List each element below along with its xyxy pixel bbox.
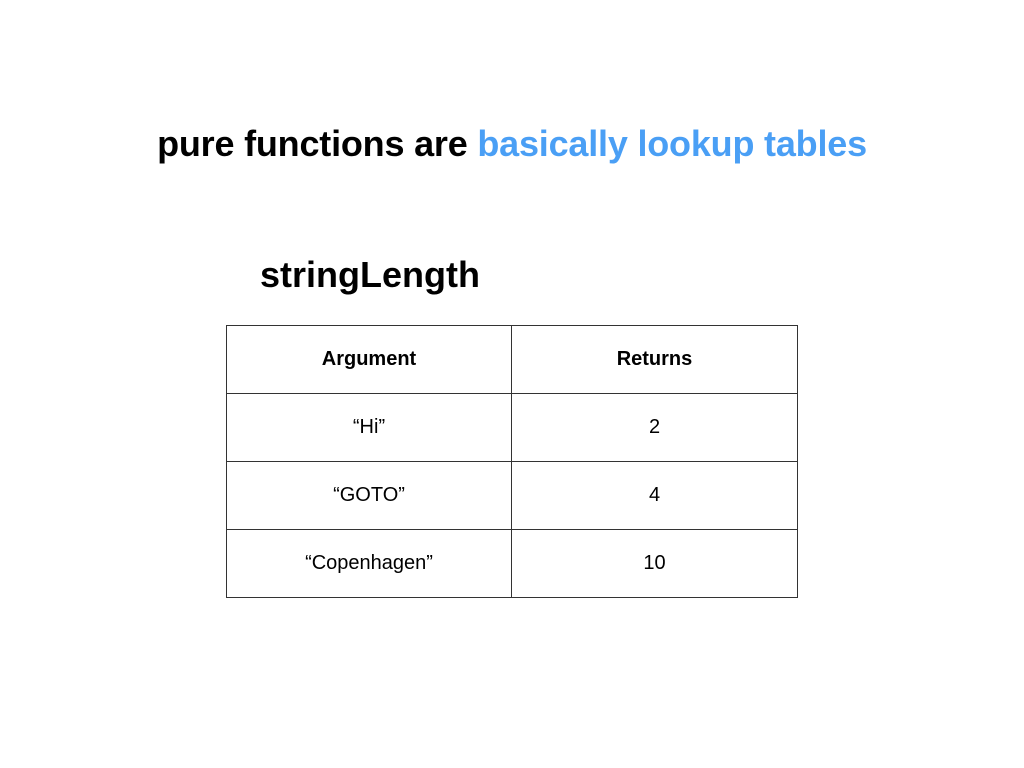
returns-cell: 4 xyxy=(511,461,798,530)
slide-title-prefix: pure functions are xyxy=(157,123,478,164)
column-header-argument: Argument xyxy=(226,325,512,394)
column-header-returns: Returns xyxy=(511,325,798,394)
returns-cell: 10 xyxy=(511,529,798,598)
table-header-row: Argument Returns xyxy=(226,325,798,394)
lookup-table: Argument Returns “Hi” 2 “GOTO” 4 “Copenh… xyxy=(226,325,798,598)
table-row: “Hi” 2 xyxy=(226,393,798,462)
slide-title-highlight: basically lookup tables xyxy=(477,123,867,164)
function-name: stringLength xyxy=(260,254,480,295)
table-row: “Copenhagen” 10 xyxy=(226,529,798,598)
table-row: “GOTO” 4 xyxy=(226,461,798,530)
slide-title: pure functions are basically lookup tabl… xyxy=(0,122,1024,166)
returns-cell: 2 xyxy=(511,393,798,462)
argument-cell: “Copenhagen” xyxy=(226,529,512,598)
argument-cell: “Hi” xyxy=(226,393,512,462)
argument-cell: “GOTO” xyxy=(226,461,512,530)
